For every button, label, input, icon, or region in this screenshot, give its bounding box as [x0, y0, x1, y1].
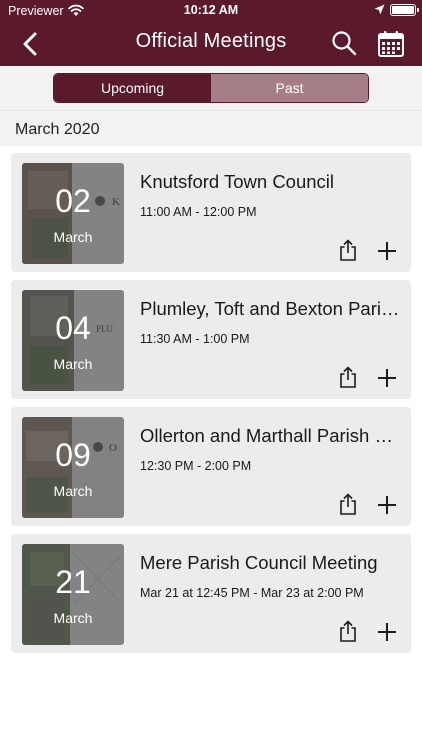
nav-bar: Official Meetings — [0, 22, 422, 66]
segmented-control: Upcoming Past — [53, 73, 369, 103]
meeting-time: 12:30 PM - 2:00 PM — [140, 459, 252, 473]
meeting-day: 04 — [55, 310, 91, 346]
meeting-day: 09 — [55, 437, 91, 473]
meeting-card[interactable]: K 02 March Knutsford Town Council 11:00 … — [11, 153, 411, 272]
meeting-thumbnail: K 02 March — [22, 163, 124, 264]
month-label: March 2020 — [15, 121, 100, 138]
meeting-month: March — [53, 610, 93, 626]
share-icon[interactable] — [339, 366, 357, 388]
meeting-month: March — [53, 229, 93, 245]
add-icon[interactable] — [377, 241, 397, 261]
meeting-month: March — [53, 356, 93, 372]
share-icon[interactable] — [339, 239, 357, 261]
meeting-time: 11:00 AM - 12:00 PM — [140, 205, 257, 219]
meeting-name: Mere Parish Council Meeting — [140, 552, 378, 573]
meeting-name: Ollerton and Marthall Parish Council — [140, 425, 402, 446]
meeting-card[interactable]: 21 March Mere Parish Council Meeting Mar… — [11, 534, 411, 653]
battery-icon — [390, 4, 419, 16]
meeting-thumbnail: 21 March — [22, 544, 124, 645]
meeting-time: 11:30 AM - 1:00 PM — [140, 332, 250, 346]
meeting-thumbnail: O 09 March — [22, 417, 124, 518]
meeting-card[interactable]: PLU 04 March Plumley, Toft and Bexton Pa… — [11, 280, 411, 399]
month-section-header: March 2020 — [0, 110, 422, 146]
meeting-month: March — [53, 483, 93, 499]
tab-past[interactable]: Past — [211, 74, 368, 102]
status-bar: Previewer 10:12 AM — [0, 0, 422, 22]
page-title: Official Meetings — [135, 30, 287, 52]
meeting-thumbnail: PLU 04 March — [22, 290, 124, 391]
share-icon[interactable] — [339, 493, 357, 515]
meeting-card[interactable]: O 09 March Ollerton and Marthall Parish … — [11, 407, 411, 526]
meeting-name: Plumley, Toft and Bexton Parish Council — [140, 298, 402, 319]
search-icon[interactable] — [331, 30, 357, 56]
add-icon[interactable] — [377, 495, 397, 515]
add-icon[interactable] — [377, 368, 397, 388]
tab-upcoming[interactable]: Upcoming — [54, 74, 211, 102]
calendar-icon[interactable] — [377, 30, 405, 58]
location-arrow-icon — [374, 4, 385, 15]
status-time: 10:12 AM — [183, 3, 239, 17]
meeting-time: Mar 21 at 12:45 PM - Mar 23 at 2:00 PM — [140, 586, 364, 600]
meeting-day: 02 — [55, 183, 91, 219]
meeting-day: 21 — [55, 564, 91, 600]
meeting-name: Knutsford Town Council — [140, 171, 335, 192]
segment-bar: Upcoming Past — [0, 66, 422, 110]
add-icon[interactable] — [377, 622, 397, 642]
share-icon[interactable] — [339, 620, 357, 642]
